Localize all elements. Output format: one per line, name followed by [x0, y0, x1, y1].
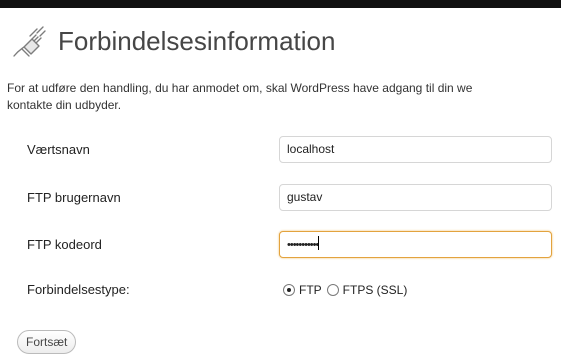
password-value: •••••••••••	[287, 239, 319, 251]
plug-icon	[13, 26, 46, 57]
radio-ftps-label[interactable]: FTPS (SSL)	[343, 275, 408, 305]
hostname-value: localhost	[287, 142, 335, 156]
password-row: FTP kodeord •••••••••••	[0, 230, 561, 260]
username-label: FTP brugernavn	[27, 190, 121, 205]
intro-line-2: kontakte din udbyder.	[7, 98, 122, 112]
connection-info-panel: Forbindelsesinformation For at udføre de…	[0, 0, 561, 354]
intro-line-1: For at udføre den handling, du har anmod…	[7, 81, 473, 95]
username-input[interactable]: gustav	[279, 184, 552, 211]
hostname-row: Værtsnavn localhost	[0, 135, 561, 165]
connection-type-label: Forbindelsestype:	[27, 282, 130, 297]
username-value: gustav	[287, 190, 323, 204]
password-label: FTP kodeord	[27, 237, 102, 252]
page-title: Forbindelsesinformation	[58, 25, 336, 56]
continue-button[interactable]: Fortsæt	[17, 330, 77, 354]
username-row: FTP brugernavn gustav	[0, 183, 561, 213]
radio-ftps[interactable]	[326, 284, 339, 296]
radio-ftp[interactable]	[283, 284, 295, 296]
page-header: Forbindelsesinformation	[10, 16, 335, 66]
hostname-input[interactable]: localhost	[279, 136, 552, 163]
intro-text: For at udføre den handling, du har anmod…	[7, 80, 561, 114]
radio-ftp-label[interactable]: FTP	[299, 275, 322, 305]
hostname-label: Værtsnavn	[27, 142, 90, 157]
connection-type-row: Forbindelsestype: FTP FTPS (SSL)	[0, 275, 561, 305]
text-caret	[318, 236, 320, 250]
connection-type-radio-group: FTP FTPS (SSL)	[283, 275, 412, 305]
password-input[interactable]: •••••••••••	[279, 231, 552, 258]
